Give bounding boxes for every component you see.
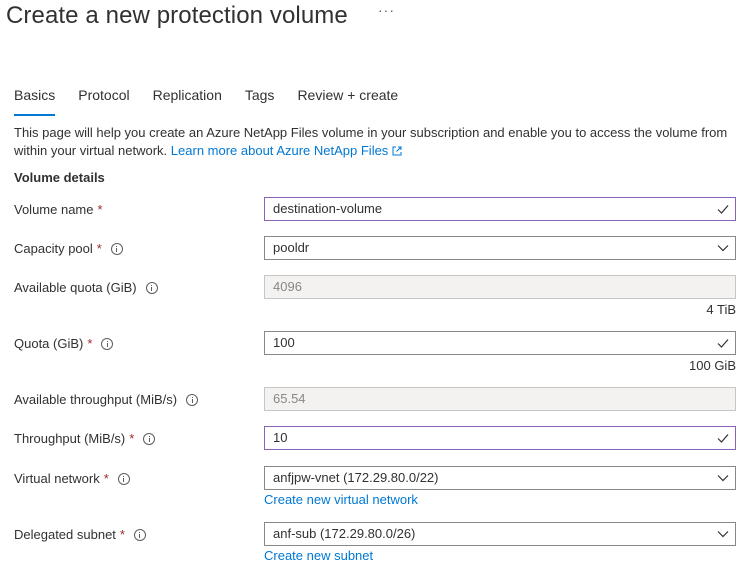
virtual-network-label: Virtual network * <box>14 471 130 486</box>
info-icon[interactable] <box>117 472 130 485</box>
virtual-network-label-text: Virtual network <box>14 471 100 486</box>
info-icon[interactable] <box>133 528 146 541</box>
info-icon[interactable] <box>186 393 199 406</box>
tab-review-create[interactable]: Review + create <box>297 86 398 116</box>
quota-input[interactable]: 100 <box>264 331 736 355</box>
tab-replication[interactable]: Replication <box>153 86 222 116</box>
available-quota-hint: 4 TiB <box>706 302 736 317</box>
virtual-network-value: anfjpw-vnet (172.29.80.0/22) <box>273 470 439 485</box>
required-marker: * <box>129 431 135 446</box>
checkmark-icon <box>717 339 729 348</box>
available-throughput-label-text: Available throughput (MiB/s) <box>14 392 178 407</box>
capacity-pool-value: pooldr <box>273 240 310 255</box>
required-marker: * <box>119 527 125 542</box>
chevron-down-icon <box>717 475 729 482</box>
quota-value: 100 <box>273 335 295 350</box>
available-quota-label: Available quota (GiB) <box>14 280 158 295</box>
required-marker: * <box>103 471 109 486</box>
checkmark-icon <box>717 434 729 443</box>
learn-more-link[interactable]: Learn more about Azure NetApp Files <box>171 143 403 158</box>
create-new-subnet-link[interactable]: Create new subnet <box>264 548 373 563</box>
delegated-subnet-label-text: Delegated subnet <box>14 527 116 542</box>
create-new-virtual-network-link[interactable]: Create new virtual network <box>264 492 418 507</box>
external-link-icon <box>392 146 402 156</box>
throughput-label: Throughput (MiB/s) * <box>14 431 156 446</box>
learn-more-link-label: Learn more about Azure NetApp Files <box>170 143 389 158</box>
chevron-down-icon <box>717 245 729 252</box>
delegated-subnet-value: anf-sub (172.29.80.0/26) <box>273 526 416 541</box>
info-icon[interactable] <box>145 281 158 294</box>
available-throughput-label: Available throughput (MiB/s) <box>14 392 199 407</box>
delegated-subnet-label: Delegated subnet * <box>14 527 146 542</box>
throughput-value: 10 <box>273 430 288 445</box>
required-marker: * <box>87 336 93 351</box>
tab-tags[interactable]: Tags <box>245 86 275 116</box>
volume-name-label-text: Volume name <box>14 202 94 217</box>
capacity-pool-label-text: Capacity pool <box>14 241 93 256</box>
tab-bar: Basics Protocol Replication Tags Review … <box>14 86 421 116</box>
page-title: Create a new protection volume <box>6 2 348 29</box>
available-quota-label-text: Available quota (GiB) <box>14 280 137 295</box>
required-marker: * <box>97 202 103 217</box>
tab-basics[interactable]: Basics <box>14 86 56 116</box>
available-quota-field: 4096 <box>264 275 736 299</box>
quota-hint: 100 GiB <box>689 358 736 373</box>
virtual-network-dropdown[interactable]: anfjpw-vnet (172.29.80.0/22) <box>264 466 736 490</box>
available-throughput-value: 65.54 <box>273 391 306 406</box>
tab-protocol[interactable]: Protocol <box>78 86 129 116</box>
quota-label: Quota (GiB) * <box>14 336 114 351</box>
create-protection-volume-page: Create a new protection volume ··· Basic… <box>0 0 746 573</box>
volume-name-input[interactable]: destination-volume <box>264 197 736 221</box>
capacity-pool-label: Capacity pool * <box>14 241 123 256</box>
more-options-button[interactable]: ··· <box>378 2 395 18</box>
chevron-down-icon <box>717 531 729 538</box>
throughput-label-text: Throughput (MiB/s) <box>14 431 126 446</box>
checkmark-icon <box>717 205 729 214</box>
quota-label-text: Quota (GiB) <box>14 336 84 351</box>
required-marker: * <box>96 241 102 256</box>
info-icon[interactable] <box>143 432 156 445</box>
volume-name-value: destination-volume <box>273 201 383 216</box>
intro-description: This page will help you create an Azure … <box>14 124 739 160</box>
volume-name-label: Volume name * <box>14 202 103 217</box>
section-volume-details: Volume details <box>14 170 105 185</box>
delegated-subnet-dropdown[interactable]: anf-sub (172.29.80.0/26) <box>264 522 736 546</box>
info-icon[interactable] <box>101 337 114 350</box>
throughput-input[interactable]: 10 <box>264 426 736 450</box>
capacity-pool-dropdown[interactable]: pooldr <box>264 236 736 260</box>
available-throughput-field: 65.54 <box>264 387 736 411</box>
available-quota-value: 4096 <box>273 279 302 294</box>
info-icon[interactable] <box>110 242 123 255</box>
